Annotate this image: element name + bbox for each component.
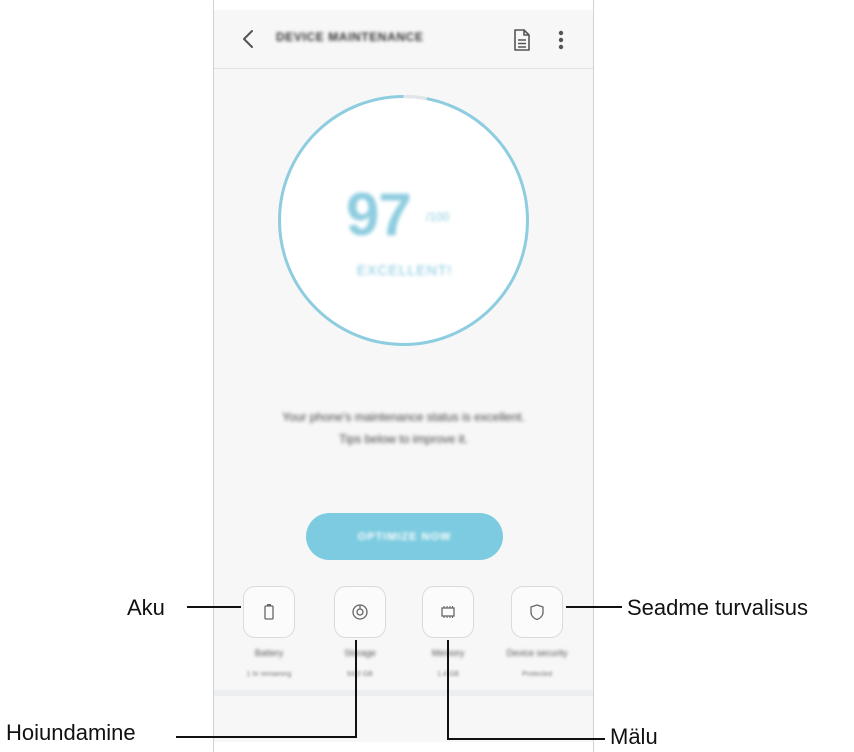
bottom-divider	[214, 690, 593, 696]
shield-icon	[530, 604, 544, 621]
callout-security-line	[566, 606, 622, 608]
callout-memory: Mälu	[610, 724, 658, 749]
score-value: 97	[346, 181, 412, 248]
storage-tile-box[interactable]	[334, 586, 386, 638]
device-security-tile[interactable]: Device security Protected	[502, 586, 572, 679]
status-message-line-2: Tips below to improve it.	[339, 432, 468, 446]
battery-icon	[264, 604, 274, 620]
score-unit: /100	[426, 210, 450, 224]
battery-tile-box[interactable]	[243, 586, 295, 638]
device-security-subtext: Protected	[522, 671, 552, 678]
more-options-button[interactable]	[552, 27, 570, 53]
status-message: Your phone's maintenance status is excel…	[236, 406, 571, 450]
callout-storage-line-h	[176, 736, 357, 738]
page-title: DEVICE MAINTENANCE	[276, 30, 424, 44]
app-bar: DEVICE MAINTENANCE	[214, 10, 593, 69]
status-message-line-1: Your phone's maintenance status is excel…	[282, 410, 525, 424]
more-vert-icon	[558, 30, 564, 50]
chevron-left-icon	[243, 30, 253, 48]
document-icon	[514, 29, 530, 51]
storage-icon	[352, 604, 368, 620]
callout-memory-line-v	[447, 640, 449, 740]
back-button[interactable]	[236, 26, 262, 52]
optimize-now-button[interactable]: OPTIMIZE NOW	[306, 513, 503, 560]
battery-tile[interactable]: Battery 1 hr remaining	[234, 586, 304, 679]
memory-icon	[441, 606, 455, 618]
callout-memory-line-h	[447, 738, 605, 740]
callout-security: Seadme turvalisus	[627, 595, 808, 620]
battery-label: Battery	[254, 648, 284, 658]
score-status: EXCELLENT!	[356, 262, 453, 278]
storage-tile[interactable]: Storage 64.0 GB	[325, 586, 395, 679]
optimize-now-label: OPTIMIZE NOW	[357, 530, 452, 543]
callout-storage: Hoiundamine	[6, 720, 136, 745]
phone-frame: DEVICE MAINTENANCE 97 /100 EXCELLENT! Yo…	[213, 0, 594, 752]
device-security-label: Device security	[506, 648, 568, 658]
report-button[interactable]	[511, 27, 533, 53]
battery-subtext: 1 hr remaining	[246, 671, 292, 678]
storage-label: Storage	[344, 648, 376, 658]
callout-storage-line-v	[355, 640, 357, 738]
callout-battery-line	[187, 606, 241, 608]
device-security-tile-box[interactable]	[511, 586, 563, 638]
callout-battery: Aku	[127, 595, 165, 620]
storage-subtext: 64.0 GB	[347, 671, 373, 678]
memory-tile-box[interactable]	[422, 586, 474, 638]
device-maintenance-screen: DEVICE MAINTENANCE 97 /100 EXCELLENT! Yo…	[214, 10, 593, 742]
